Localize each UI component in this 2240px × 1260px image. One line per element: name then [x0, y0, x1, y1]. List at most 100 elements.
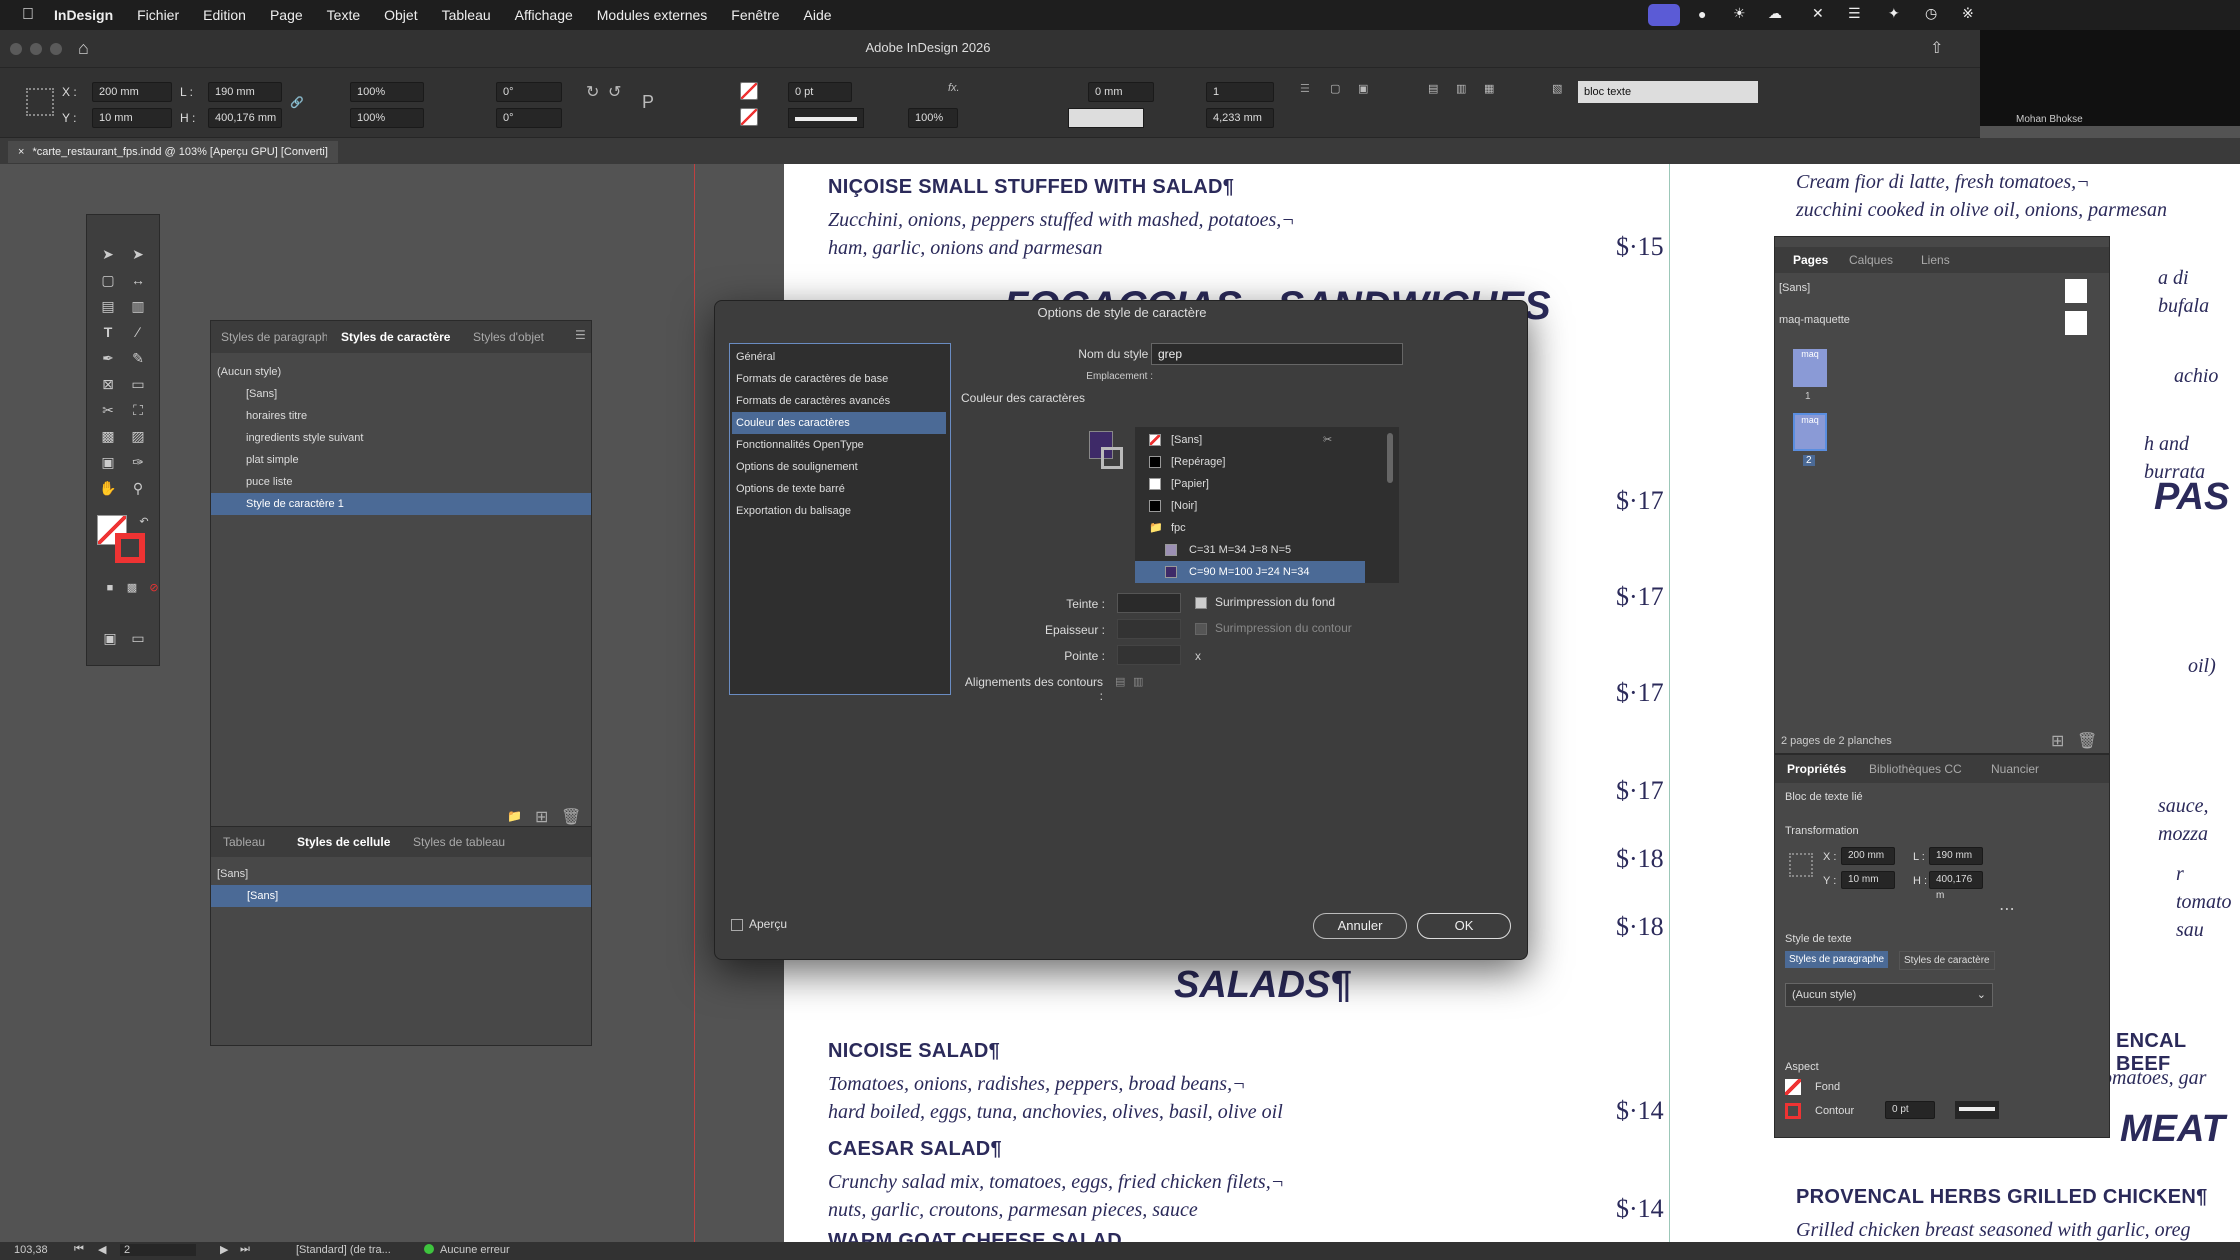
price[interactable]: $·15: [1616, 232, 1664, 262]
page-tool-icon[interactable]: ▢: [97, 269, 119, 291]
props-y-field[interactable]: 10 mm: [1841, 871, 1895, 889]
note-tool-icon[interactable]: ▣: [97, 451, 119, 473]
master-none-thumb[interactable]: [2065, 279, 2087, 303]
line-tool-icon[interactable]: ∕: [127, 321, 149, 343]
tab-cell-styles[interactable]: Styles de cellule: [297, 835, 390, 849]
dish-desc[interactable]: Cream fior di latte, fresh tomatoes,¬: [1796, 168, 2090, 196]
section-header-salads[interactable]: SALADS¶: [1174, 964, 1351, 1007]
fx-icon[interactable]: fx.: [948, 82, 960, 94]
gap-tool-icon[interactable]: ↔: [127, 269, 149, 291]
price[interactable]: $·14: [1616, 1096, 1664, 1126]
tab-character-styles[interactable]: Styles de caractère: [341, 330, 450, 344]
status-icon-1[interactable]: ●: [1698, 6, 1706, 22]
selection-tool-icon[interactable]: ➤: [97, 243, 119, 265]
price[interactable]: $·14: [1616, 1194, 1664, 1224]
columns-field[interactable]: 1: [1206, 82, 1274, 102]
stroke-style-select[interactable]: [1068, 108, 1144, 128]
zoom-level[interactable]: 103,38: [14, 1244, 48, 1256]
dish-title[interactable]: NIÇOISE SMALL STUFFED WITH SALAD¶: [828, 176, 1234, 199]
category-strikethrough[interactable]: Options de texte barré: [732, 478, 946, 500]
cell-style-item-selected[interactable]: [Sans]: [211, 885, 591, 907]
dish-desc[interactable]: Crunchy salad mix, tomatoes, eggs, fried…: [828, 1168, 1284, 1196]
close-tab-icon[interactable]: ×: [18, 146, 24, 158]
direct-selection-tool-icon[interactable]: ➤: [127, 243, 149, 265]
align-right-icon[interactable]: ▦: [1484, 82, 1494, 95]
tab-properties[interactable]: Propriétés: [1787, 762, 1846, 776]
dish-desc-fragment[interactable]: r tomato sau: [2176, 860, 2240, 944]
dish-desc-fragment[interactable]: omatoes, gar: [2102, 1064, 2206, 1092]
last-page-icon[interactable]: ⏭: [240, 1243, 250, 1256]
stroke-type-select[interactable]: [788, 108, 864, 128]
menu-modules[interactable]: Modules externes: [597, 7, 708, 23]
tab-table[interactable]: Tableau: [223, 835, 265, 849]
gutter-field[interactable]: 4,233 mm: [1206, 108, 1274, 128]
props-x-field[interactable]: 200 mm: [1841, 847, 1895, 865]
scale-y-field[interactable]: 100%: [350, 108, 424, 128]
rectangle-tool-icon[interactable]: ▭: [127, 373, 149, 395]
dish-desc[interactable]: zucchini cooked in olive oil, onions, pa…: [1796, 196, 2167, 224]
props-h-field[interactable]: 400,176 m: [1929, 871, 1983, 901]
master-maq[interactable]: maq-maquette: [1775, 309, 2109, 331]
frame-fit2-icon[interactable]: ▣: [1358, 82, 1368, 95]
style-item[interactable]: plat simple: [211, 449, 591, 471]
object-style-icon[interactable]: ▧: [1552, 82, 1562, 95]
tab-links[interactable]: Liens: [1921, 253, 1950, 267]
rotate-cw-icon[interactable]: ↻: [586, 82, 599, 102]
page-field[interactable]: 2: [120, 1244, 196, 1256]
rotate-ccw-icon[interactable]: ↺: [608, 82, 621, 102]
w-field[interactable]: 190 mm: [208, 82, 282, 102]
menu-fenetre[interactable]: Fenêtre: [731, 7, 779, 23]
inset-field[interactable]: 0 mm: [1088, 82, 1154, 102]
master-none[interactable]: [Sans]: [1775, 277, 2109, 299]
delete-page-icon[interactable]: 🗑: [2077, 731, 2097, 751]
content-placer-icon[interactable]: ▥: [127, 295, 149, 317]
tab-paragraph-styles[interactable]: Styles de paragraph: [221, 330, 327, 344]
style-item[interactable]: ingredients style suivant: [211, 427, 591, 449]
price[interactable]: $·17: [1616, 776, 1664, 806]
panel-menu-icon[interactable]: ☰: [575, 328, 586, 342]
next-page-icon[interactable]: ▶: [220, 1243, 228, 1256]
screen-mode-icon[interactable]: ▣: [99, 627, 121, 649]
swap-fill-stroke-icon[interactable]: ↶: [133, 511, 155, 533]
app-menu[interactable]: InDesign: [54, 7, 113, 23]
menu-aide[interactable]: Aide: [804, 7, 832, 23]
clock-icon[interactable]: ◷: [1925, 5, 1937, 22]
ok-button[interactable]: OK: [1417, 913, 1511, 939]
dish-desc[interactable]: Tomatoes, onions, radishes, peppers, bro…: [828, 1070, 1246, 1098]
zoom-tool-icon[interactable]: ⚲: [127, 477, 149, 499]
swatch-item[interactable]: [Noir]: [1135, 495, 1365, 517]
price[interactable]: $·17: [1616, 582, 1664, 612]
page-thumb-1[interactable]: maq: [1793, 349, 1827, 387]
price[interactable]: $·17: [1616, 678, 1664, 708]
apply-none-icon[interactable]: ⊘: [143, 577, 165, 599]
apple-icon[interactable]: : [22, 6, 34, 24]
price[interactable]: $·17: [1616, 486, 1664, 516]
share-icon[interactable]: ⇧: [1930, 38, 1943, 58]
pen-tool-icon[interactable]: ✒: [97, 347, 119, 369]
props-style-select[interactable]: (Aucun style) ⌄: [1785, 983, 1993, 1007]
screen-share-icon[interactable]: [1648, 4, 1680, 26]
eyedropper-tool-icon[interactable]: ✑: [127, 451, 149, 473]
style-name-input[interactable]: grep: [1151, 343, 1403, 365]
props-stroke-field[interactable]: 0 pt: [1885, 1101, 1935, 1119]
style-item-selected[interactable]: Style de caractère 1: [211, 493, 591, 515]
category-basic-formats[interactable]: Formats de caractères de base: [732, 368, 946, 390]
mute-icon[interactable]: ✕: [1812, 5, 1824, 22]
preflight-profile[interactable]: [Standard] (de tra...: [296, 1244, 391, 1256]
style-item[interactable]: [Sans]: [211, 383, 591, 405]
gradient-tool-icon[interactable]: ▩: [97, 425, 119, 447]
tab-cc-libraries[interactable]: Bibliothèques CC: [1869, 762, 1962, 776]
dish-desc[interactable]: hard boiled, eggs, tuna, anchovies, oliv…: [828, 1098, 1283, 1126]
menu-tableau[interactable]: Tableau: [442, 7, 491, 23]
gradient-feather-tool-icon[interactable]: ▨: [127, 425, 149, 447]
text-path-icon[interactable]: P: [642, 92, 654, 113]
dish-title[interactable]: CAESAR SALAD¶: [828, 1138, 1002, 1161]
fill-none-swatch[interactable]: [740, 82, 758, 100]
new-style-icon[interactable]: ⊞: [535, 807, 548, 827]
dish-desc[interactable]: ham, garlic, onions and parmesan: [828, 234, 1102, 262]
cell-style-item[interactable]: [Sans]: [211, 863, 591, 885]
category-opentype[interactable]: Fonctionnalités OpenType: [732, 434, 946, 456]
document-tab[interactable]: × *carte_restaurant_fps.indd @ 103% [Aper…: [8, 141, 338, 163]
overprint-fill-checkbox[interactable]: [1195, 597, 1207, 609]
menu-affichage[interactable]: Affichage: [515, 7, 573, 23]
